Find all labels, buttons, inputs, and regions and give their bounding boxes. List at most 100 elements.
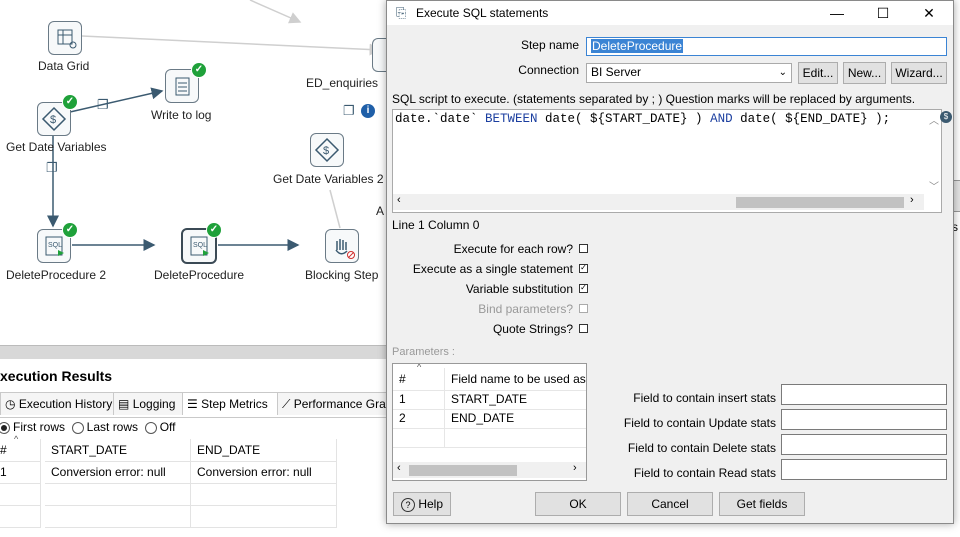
param-column-field[interactable]: Field name to be used as <box>445 368 586 391</box>
sort-caret-icon: ^ <box>14 434 19 444</box>
table-cell[interactable]: START_DATE <box>445 390 586 410</box>
step-label-data-grid: Data Grid <box>38 59 90 73</box>
get-fields-button[interactable]: Get fields <box>719 492 805 516</box>
execution-results-panel: xecution Results ◷ Execution History ▤ L… <box>0 360 396 537</box>
parameters-label: Parameters : <box>392 346 455 358</box>
success-check-icon: ✓ <box>62 94 78 110</box>
svg-text:$: $ <box>50 114 56 126</box>
step-name-input[interactable]: DeleteProcedure <box>586 37 947 56</box>
blocking-step-icon[interactable] <box>325 229 359 263</box>
connection-select[interactable]: BI Server ⌄ <box>586 63 792 83</box>
step-label-delete-procedure-2: DeleteProcedure 2 <box>6 268 107 282</box>
update-stats-input[interactable] <box>781 409 947 430</box>
insert-stats-label: Field to contain insert stats <box>633 391 776 405</box>
table-cell <box>0 505 41 528</box>
read-stats-label: Field to contain Read stats <box>633 466 776 480</box>
info-icon: i <box>361 104 375 118</box>
step-label-get-date-variables: Get Date Variables <box>6 140 107 154</box>
cursor-position: Line 1 Column 0 <box>392 218 480 232</box>
wizard-button[interactable]: Wizard... <box>891 62 947 84</box>
sql-script-icon: ⎘ <box>396 5 407 20</box>
table-cell[interactable]: 1 <box>393 390 445 410</box>
connection-label: Connection <box>518 63 579 77</box>
edit-connection-button[interactable]: Edit... <box>798 62 838 84</box>
new-connection-button[interactable]: New... <box>843 62 886 84</box>
table-cell <box>393 428 445 448</box>
update-stats-label: Field to contain Update stats <box>623 416 776 430</box>
column-header-start-date[interactable]: START_DATE <box>45 439 191 462</box>
step-label-get-date-variables-2: Get Date Variables 2 <box>273 172 384 186</box>
table-cell[interactable]: Conversion error: null <box>45 461 191 484</box>
quote-strings-label: Quote Strings? <box>492 322 573 336</box>
scrollbar-thumb[interactable] <box>409 465 517 476</box>
clock-icon: ◷ <box>5 397 16 411</box>
scroll-up-icon[interactable]: ︿ <box>929 112 939 127</box>
ok-button[interactable]: OK <box>535 492 621 516</box>
transformation-canvas[interactable]: Data Grid ✓ Write to log ❐ ❐ $ ✓ Get Dat… <box>0 0 386 345</box>
execution-results-title: xecution Results <box>0 368 113 384</box>
parameters-table[interactable]: # ^ Field name to be used as 1 START_DAT… <box>392 363 587 481</box>
insert-stats-input[interactable] <box>781 384 947 405</box>
dialog-title: Execute SQL statements <box>416 6 549 20</box>
bind-parameters-label: Bind parameters? <box>478 302 573 316</box>
table-cell <box>45 505 191 528</box>
variable-substitution-label: Variable substitution <box>465 282 573 296</box>
table-cell[interactable]: 1 <box>0 461 41 484</box>
step-label-blocking-step: Blocking Step <box>305 268 379 282</box>
table-cell <box>191 483 337 506</box>
single-statement-label: Execute as a single statement <box>412 262 573 276</box>
table-cell[interactable]: 2 <box>393 409 445 429</box>
chevron-down-icon: ⌄ <box>778 67 787 78</box>
success-check-icon: ✓ <box>206 222 222 238</box>
minimize-button[interactable]: — <box>814 1 860 25</box>
table-cell[interactable]: END_DATE <box>445 409 586 429</box>
get-date-variables-2-step-icon[interactable]: $ <box>310 133 344 167</box>
tab-step-metrics[interactable]: ☰ Step Metrics <box>182 392 281 415</box>
copy-rows-icon: ❐ <box>97 97 109 112</box>
copy-rows-icon: ❐ <box>46 160 58 175</box>
close-button[interactable]: ✕ <box>906 1 952 25</box>
scroll-left-icon[interactable]: ‹ <box>397 194 401 206</box>
execute-each-row-checkbox[interactable] <box>579 244 588 253</box>
delete-stats-label: Field to contain Delete stats <box>627 441 776 455</box>
scrollbar-thumb[interactable] <box>736 197 904 208</box>
tab-logging[interactable]: ▤ Logging <box>113 392 187 415</box>
copy-rows-icon: ❐ <box>343 103 355 118</box>
parameters-horizontal-scrollbar[interactable]: ‹ › <box>393 462 586 478</box>
sql-horizontal-scrollbar[interactable]: ‹ › <box>393 194 924 210</box>
variable-icon[interactable]: $ <box>940 111 952 123</box>
tab-performance-graph[interactable]: ⟋ Performance Gra <box>277 392 396 415</box>
success-check-icon: ✓ <box>191 62 207 78</box>
table-cell <box>445 428 586 448</box>
single-statement-checkbox[interactable]: ✓ <box>579 264 588 273</box>
canvas-horizontal-scrollbar[interactable] <box>0 345 386 359</box>
scroll-left-icon[interactable]: ‹ <box>397 462 401 474</box>
column-header-num[interactable]: # <box>0 439 41 462</box>
dialog-title-bar[interactable]: ⎘ Execute SQL statements — ☐ ✕ <box>387 1 953 25</box>
cancel-button[interactable]: Cancel <box>627 492 713 516</box>
quote-strings-checkbox[interactable] <box>579 324 588 333</box>
sql-script-editor[interactable]: date.`date` BETWEEN date( ${START_DATE} … <box>392 109 942 213</box>
bind-parameters-checkbox <box>579 304 588 313</box>
tab-execution-history[interactable]: ◷ Execution History <box>0 392 118 415</box>
scroll-right-icon[interactable]: › <box>910 194 914 206</box>
document-icon: ▤ <box>118 397 130 411</box>
off-radio[interactable] <box>144 421 157 434</box>
help-button[interactable]: ? Help <box>393 492 451 516</box>
read-stats-input[interactable] <box>781 459 947 480</box>
list-icon: ☰ <box>187 397 198 411</box>
scroll-right-icon[interactable]: › <box>573 462 577 474</box>
data-grid-step-icon[interactable] <box>48 21 82 55</box>
execute-each-row-label: Execute for each row? <box>453 242 573 256</box>
column-header-end-date[interactable]: END_DATE <box>191 439 337 462</box>
table-cell[interactable]: Conversion error: null <box>191 461 337 484</box>
last-rows-radio[interactable] <box>71 421 84 434</box>
maximize-button[interactable]: ☐ <box>860 1 906 25</box>
first-rows-radio[interactable] <box>0 421 10 434</box>
table-cell <box>0 483 41 506</box>
scroll-down-icon[interactable]: ﹀ <box>929 178 939 193</box>
ed-enquiries-step-icon[interactable] <box>372 38 386 72</box>
sort-caret-icon: ^ <box>417 363 422 372</box>
variable-substitution-checkbox[interactable]: ✓ <box>579 284 588 293</box>
delete-stats-input[interactable] <box>781 434 947 455</box>
